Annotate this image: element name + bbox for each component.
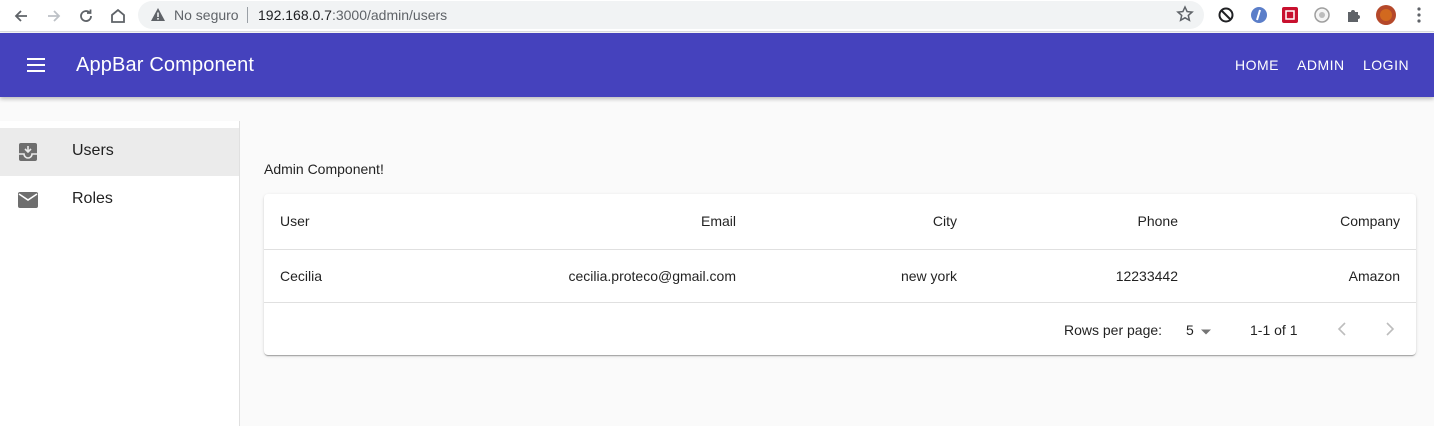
page-title: Admin Component! [264,161,384,177]
nav-home-link[interactable]: HOME [1235,57,1279,73]
next-page-icon[interactable] [1378,317,1402,341]
cell-company: Amazon [1348,268,1400,284]
reload-icon[interactable] [74,4,98,28]
browser-toolbar: No seguro 192.168.0.7:3000/admin/users [0,0,1434,32]
nav-login-link[interactable]: LOGIN [1363,57,1409,73]
nav-admin-link[interactable]: ADMIN [1297,57,1345,73]
column-header-phone[interactable]: Phone [1138,213,1178,229]
rows-per-page-select[interactable]: 5 [1186,322,1194,338]
extension-gray-icon[interactable] [1312,5,1332,25]
url-host: 192.168.0.7 [258,7,332,23]
sidebar-item-label: Roles [72,190,113,207]
column-header-user[interactable]: User [280,213,310,229]
sidebar-item-roles[interactable]: Roles [0,176,239,224]
bookmark-star-icon[interactable] [1176,5,1194,28]
extension-blue-icon[interactable] [1249,5,1269,25]
warning-icon [150,7,166,28]
app-bar: AppBar Component HOME ADMIN LOGIN [0,33,1434,97]
sidebar-drawer: Users Roles [0,121,240,426]
column-header-company[interactable]: Company [1340,213,1400,229]
url-text[interactable]: 192.168.0.7:3000/admin/users [258,7,447,23]
hamburger-menu-icon[interactable] [24,53,48,77]
address-bar[interactable]: No seguro 192.168.0.7:3000/admin/users [138,1,1204,29]
extension-sync-icon[interactable] [1216,5,1236,25]
rows-per-page-label: Rows per page: [1064,322,1163,338]
divider [247,7,248,23]
back-arrow-icon[interactable] [9,4,33,28]
dropdown-arrow-icon[interactable] [1200,323,1212,341]
mail-icon [16,188,40,212]
table-pagination: Rows per page: 5 1-1 of 1 [264,303,1416,355]
pagination-range: 1-1 of 1 [1250,322,1298,338]
profile-avatar[interactable] [1376,5,1396,25]
previous-page-icon[interactable] [1330,317,1354,341]
security-status: No seguro [174,7,239,23]
column-header-email[interactable]: Email [701,213,736,229]
cell-email: cecilia.proteco@gmail.com [568,268,737,284]
home-icon[interactable] [106,4,130,28]
forward-arrow-icon[interactable] [42,4,66,28]
inbox-icon [16,140,40,164]
cell-city: new york [900,268,957,284]
extension-red-icon[interactable] [1280,5,1300,25]
sidebar-item-users[interactable]: Users [0,128,239,176]
cell-user: Cecilia [280,268,323,284]
table-header-row: User Email City Phone Company [264,194,1416,250]
table-row[interactable]: Cecilia cecilia.proteco@gmail.com new yo… [264,250,1416,303]
users-table: User Email City Phone Company Cecilia ce… [264,194,1416,355]
url-path: :3000/admin/users [331,7,448,23]
sidebar-item-label: Users [72,142,114,159]
cell-phone: 12233442 [1115,268,1178,284]
column-header-city[interactable]: City [933,213,957,229]
app-title: AppBar Component [76,54,255,76]
puzzle-extensions-icon[interactable] [1344,5,1364,25]
browser-menu-icon[interactable] [1409,5,1429,25]
